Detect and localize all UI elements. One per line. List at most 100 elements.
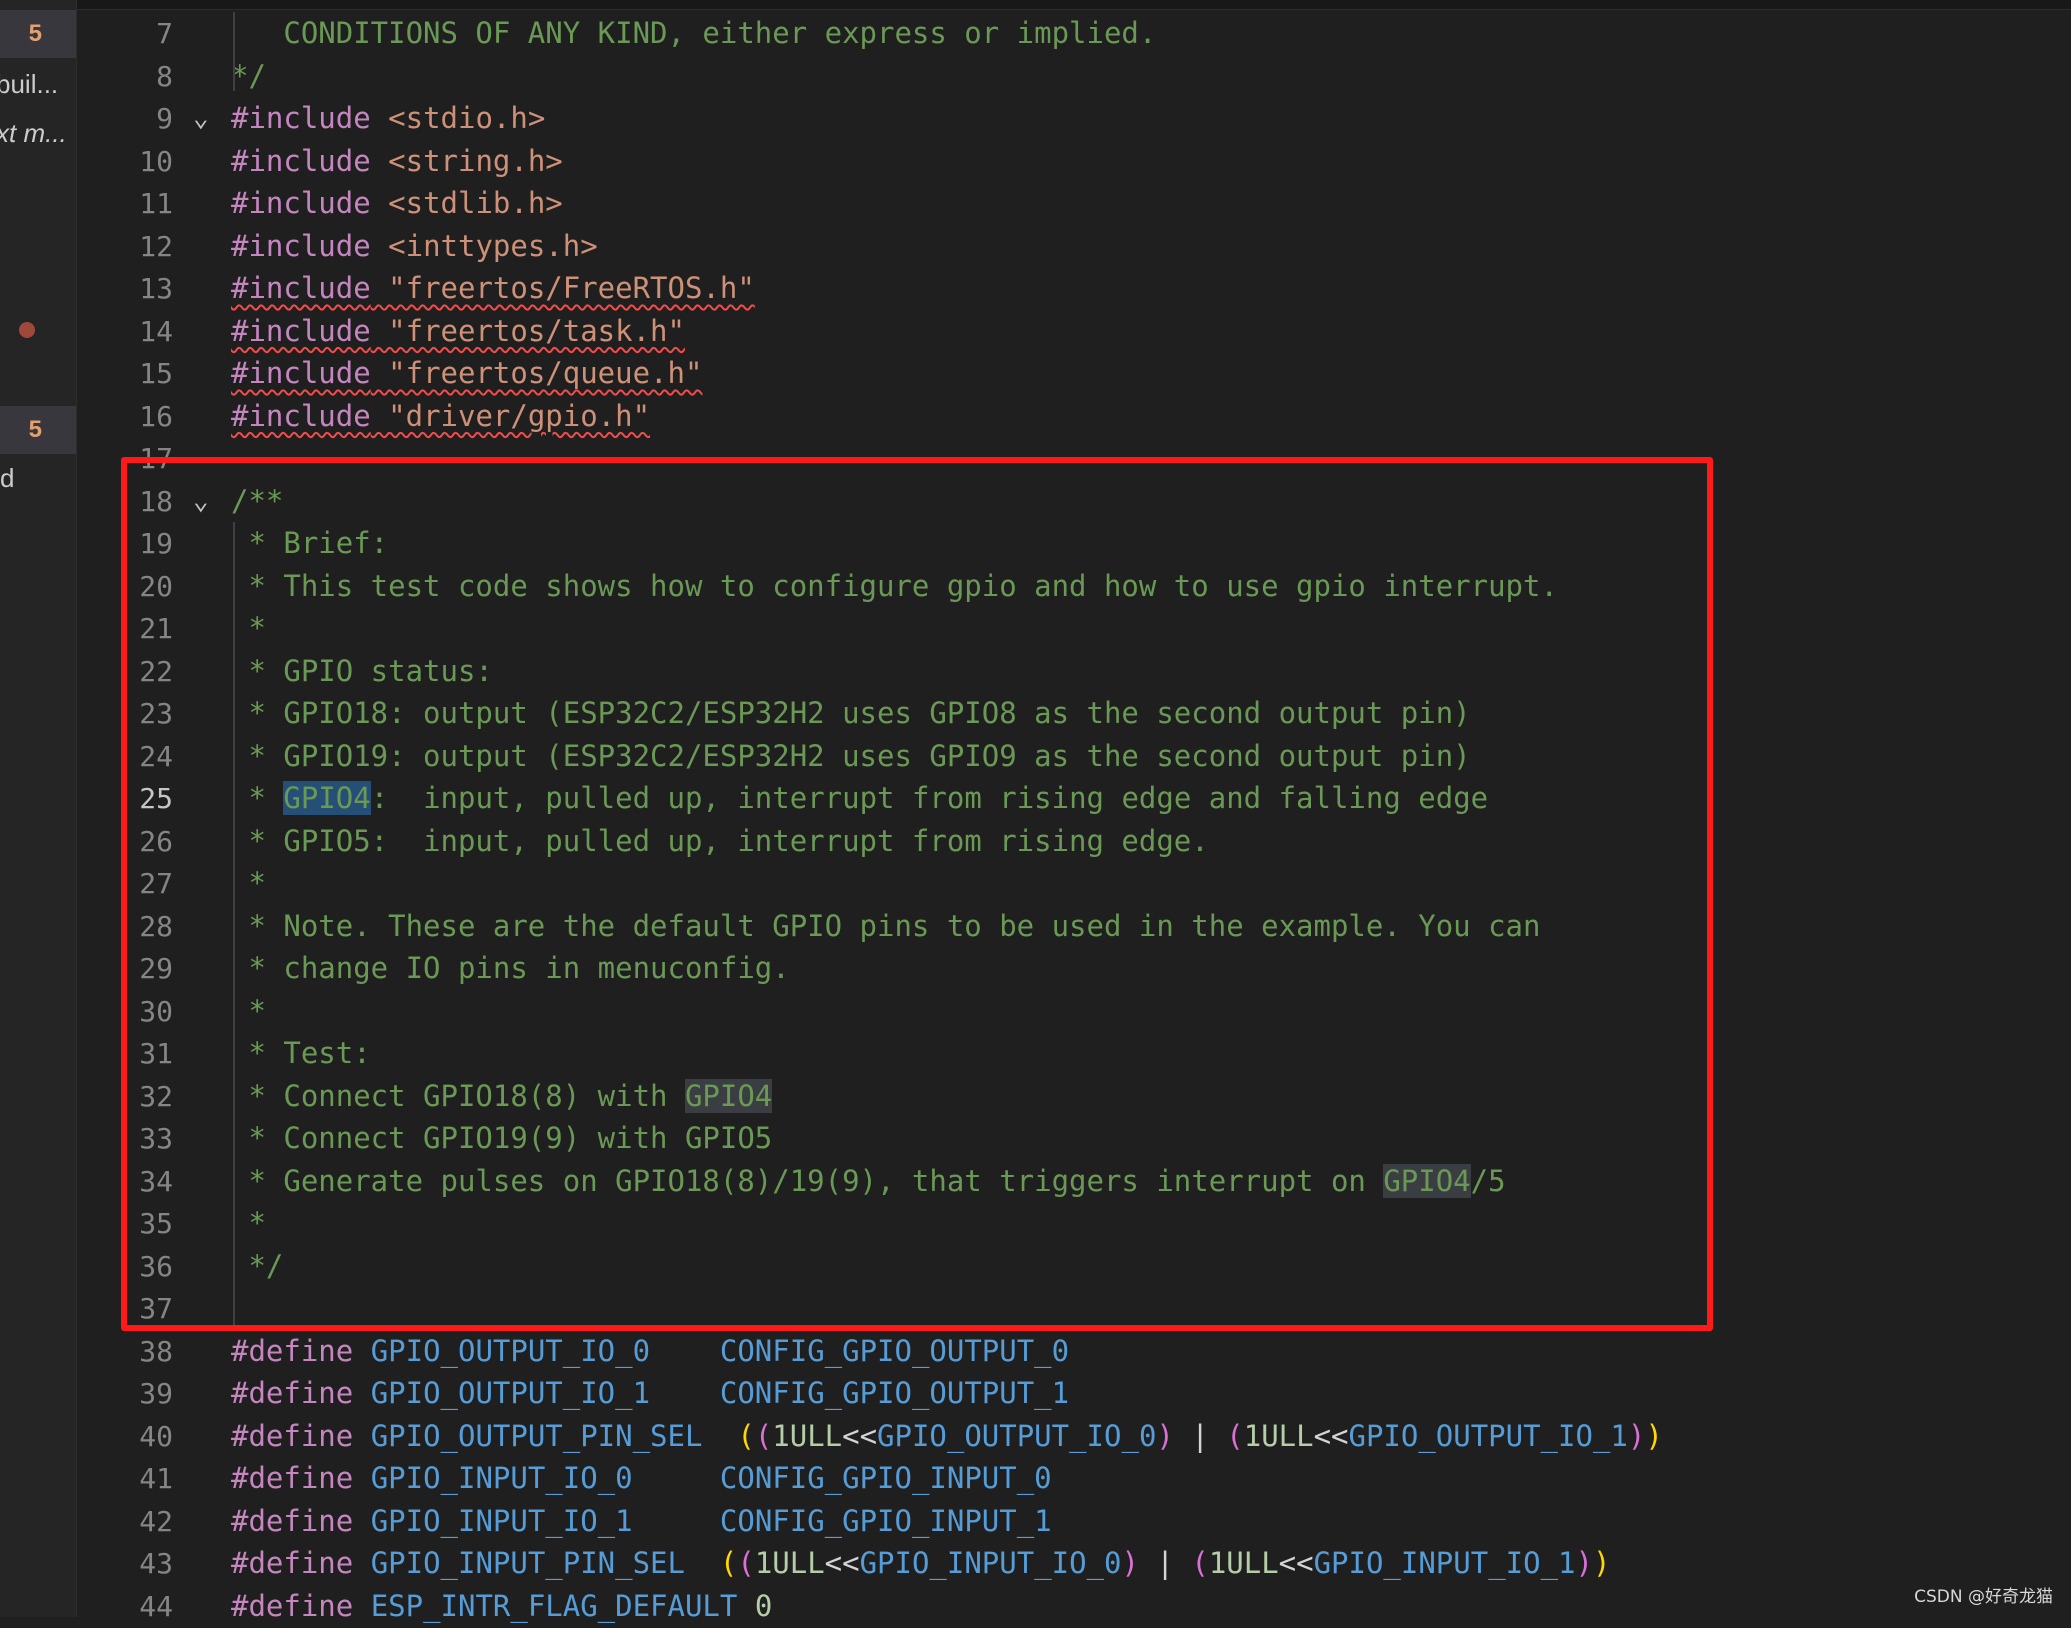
line-number: 17 [139,442,173,475]
line-number: 14 [139,314,173,348]
line-number: 39 [139,1377,173,1410]
code-token: ( [737,1546,755,1580]
code-line[interactable]: 31 * Test: [77,1032,2071,1075]
code-line[interactable]: 18 ⌄ /** [77,480,2071,523]
error-squiggle: #include "freertos/FreeRTOS.h" [231,271,755,305]
code-text: #include <inttypes.h> [231,225,598,268]
code-token: /** [231,483,284,518]
code-text: * [231,990,265,1033]
code-line[interactable]: 44 #define ESP_INTR_FLAG_DEFAULT 0 [77,1585,2071,1628]
code-line[interactable]: 13 #include "freertos/FreeRTOS.h" [77,267,2071,310]
code-line[interactable]: 21 * [77,607,2071,650]
code-token: ) [1121,1546,1139,1580]
code-token: #define [231,1546,354,1580]
code-line[interactable]: 41 #define GPIO_INPUT_IO_0 CONFIG_GPIO_IN… [77,1457,2071,1500]
error-squiggle: #include "driver/gpio.h" [231,399,650,433]
code-line[interactable]: 9 ⌄ #include <stdio.h> [77,97,2071,140]
sidebar-item[interactable]: d [0,455,76,503]
code-token: <string.h> [370,143,563,178]
code-line[interactable]: 23 * GPIO18: output (ESP32C2/ESP32H2 use… [77,692,2071,735]
code-line[interactable]: 26 * GPIO5: input, pulled up, interrupt … [77,820,2071,863]
code-line[interactable]: 19 * Brief: [77,522,2071,565]
code-token: ) [1627,1418,1646,1453]
code-text: #define GPIO_OUTPUT_IO_1 CONFIG_GPIO_OUT… [231,1372,1069,1415]
code-line[interactable]: 22 * GPIO status: [77,650,2071,693]
code-line[interactable]: 11 #include <stdlib.h> [77,182,2071,225]
code-line[interactable]: 40 #define GPIO_OUTPUT_PIN_SEL ((1ULL<<GP… [77,1415,2071,1458]
sidebar-item[interactable]: xt m... [0,110,76,158]
code-token: /5 [1470,1163,1506,1198]
sidebar-item[interactable]: 5 [0,406,76,454]
code-line[interactable]: 17 [77,437,2071,480]
line-number: 34 [139,1164,173,1198]
code-line[interactable]: 12 #include <inttypes.h> [77,225,2071,268]
code-line[interactable]: 38 #define GPIO_OUTPUT_IO_0 CONFIG_GPIO_O… [77,1330,2071,1373]
code-text: */ [231,1245,283,1288]
code-text: * Connect GPIO19(9) with GPIO5 [231,1117,772,1160]
code-token: * Connect GPIO19(9) with GPIO5 [231,1121,773,1155]
sidebar-item[interactable]: 5 [0,10,76,58]
code-line[interactable]: 20 * This test code shows how to configu… [77,565,2071,608]
code-line[interactable]: 8 */ [77,55,2071,98]
code-token: #include [231,143,371,178]
line-number: 38 [139,1334,173,1368]
code-token: GPIO_OUTPUT_IO_1 [1348,1418,1628,1453]
code-text: * change IO pins in menuconfig. [231,947,789,990]
code-token: ) [1575,1546,1593,1580]
fold-chevron-icon[interactable]: ⌄ [193,480,209,523]
code-editor[interactable]: 7 CONDITIONS OF ANY KIND, either express… [77,10,2071,1623]
code-token: : input, pulled up, interrupt from risin… [370,781,1489,815]
code-token: #define [231,1461,354,1495]
code-line[interactable]: 16 #include "driver/gpio.h" [77,395,2071,438]
code-line[interactable]: 24 * GPIO19: output (ESP32C2/ESP32H2 use… [77,735,2071,778]
code-token: */ [231,1248,284,1283]
code-token: "freertos/task.h" [370,313,685,348]
code-line[interactable]: 28 * Note. These are the default GPIO pi… [77,905,2071,948]
code-text: #define GPIO_OUTPUT_PIN_SEL ((1ULL<<GPIO… [231,1415,1663,1458]
code-text: * [231,1202,265,1245]
code-line[interactable]: 36 */ [77,1245,2071,1288]
error-squiggle: #include "freertos/queue.h" [231,356,702,390]
sidebar-item[interactable]: buil... [0,61,76,109]
code-token: GPIO_INPUT_IO_1 [1313,1546,1576,1580]
code-token: #include [231,356,371,390]
code-token: * GPIO5: input, pulled up, interrupt fro… [231,823,1209,858]
code-token: ) [1645,1418,1663,1453]
line-number: 43 [139,1547,173,1580]
code-line[interactable]: 43 #define GPIO_INPUT_PIN_SEL ((1ULL<<GPI… [77,1542,2071,1585]
code-token: * Generate pulses on GPIO18(8)/19(9), th… [231,1163,1384,1198]
code-line[interactable]: 25 * GPIO4: input, pulled up, interrupt … [77,777,2071,820]
code-line[interactable]: 27 * [77,862,2071,905]
indent-guide [233,12,235,91]
code-line[interactable]: 42 #define GPIO_INPUT_IO_1 CONFIG_GPIO_IN… [77,1500,2071,1543]
fold-chevron-icon[interactable]: ⌄ [193,97,209,140]
line-number: 9 [156,102,173,135]
code-token: ( [754,1418,773,1453]
code-token: #include [231,398,371,433]
code-line[interactable]: 30 * [77,990,2071,1033]
explorer-sidebar: 5 buil... xt m... 5 d [0,0,77,1617]
code-line[interactable]: 29 * change IO pins in menuconfig. [77,947,2071,990]
code-line[interactable]: 35 * [77,1202,2071,1245]
line-number: 25 [139,782,173,815]
code-text: * Test: [231,1032,370,1075]
code-line[interactable]: 15 #include "freertos/queue.h" [77,352,2071,395]
code-text: * This test code shows how to configure … [231,565,1557,608]
code-line[interactable]: 7 CONDITIONS OF ANY KIND, either express… [77,12,2071,55]
code-line[interactable]: 10 #include <string.h> [77,140,2071,183]
code-line[interactable]: 32 * Connect GPIO18(8) with GPIO4 [77,1075,2071,1118]
code-token: #define [231,1376,354,1410]
code-line[interactable]: 34 * Generate pulses on GPIO18(8)/19(9),… [77,1160,2071,1203]
code-line[interactable]: 33 * Connect GPIO19(9) with GPIO5 [77,1117,2071,1160]
code-token: | [1138,1546,1192,1580]
line-number: 21 [139,612,173,645]
line-number: 20 [139,569,173,603]
code-line[interactable]: 14 #include "freertos/task.h" [77,310,2071,353]
code-line[interactable]: 37 [77,1287,2071,1330]
line-number: 8 [156,59,173,93]
code-line[interactable]: 39 #define GPIO_OUTPUT_IO_1 CONFIG_GPIO_O… [77,1372,2071,1415]
